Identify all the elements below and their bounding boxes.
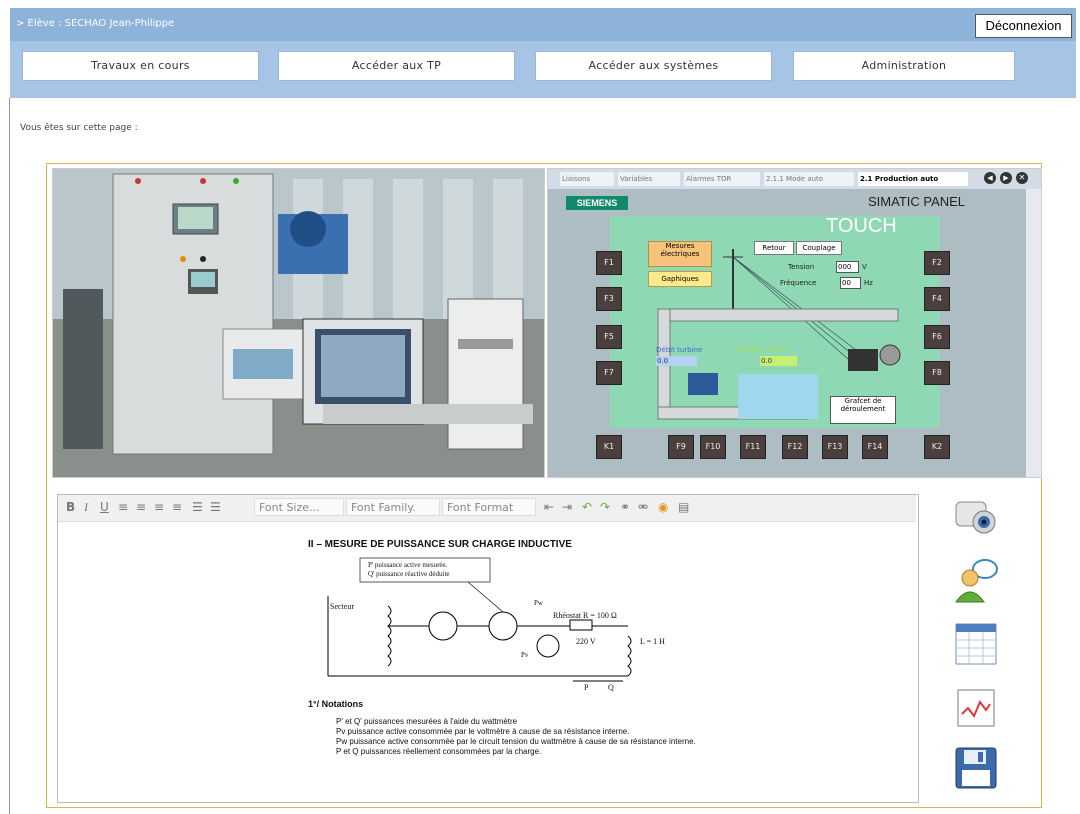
simatic-panel-view: Liaisons Variables Alarmes TOR 2.1.1 Mod…: [547, 168, 1042, 478]
debit-turbine-label: Débit turbine: [656, 346, 703, 354]
unlink-icon[interactable]: ⚮: [638, 500, 648, 514]
nav-acceder-aux-systemes[interactable]: Accéder aux systèmes: [535, 51, 772, 81]
link-icon[interactable]: ⚭: [620, 500, 630, 514]
indent-icon[interactable]: ⇥: [562, 500, 572, 514]
pression-label: Pression (bars): [736, 346, 789, 354]
nav-administration[interactable]: Administration: [793, 51, 1015, 81]
legend-active: P' puissance active mesurée.: [368, 561, 448, 569]
tab-mode-auto[interactable]: 2.1.1 Mode auto: [764, 172, 854, 186]
note-3: Pw puissance active consommée par le cir…: [336, 737, 696, 746]
notations-title: 1°/ Notations: [308, 699, 364, 709]
q-label: Q: [608, 683, 614, 692]
save-icon[interactable]: [952, 744, 1000, 792]
f2-button[interactable]: F2: [924, 251, 950, 275]
top-bar: > Elève : SECHAO Jean-Philippe Déconnexi…: [10, 8, 1076, 98]
grafcet-button[interactable]: Grafcet de déroulement: [830, 396, 896, 424]
panel-tab-bar: Liaisons Variables Alarmes TOR 2.1.1 Mod…: [548, 169, 1041, 189]
line-graph-icon[interactable]: [952, 684, 1000, 732]
justify-icon[interactable]: ≡: [172, 500, 182, 514]
undo-icon[interactable]: ↶: [582, 500, 592, 514]
align-center-icon[interactable]: ≡: [136, 500, 146, 514]
voltage-label: 220 V: [576, 637, 596, 646]
rheostat-label: Rhéostat R = 100 Ω: [553, 611, 617, 620]
note-1: P' et Q' puissances mesurées à l'aide du…: [336, 717, 518, 726]
image-icon[interactable]: ◉: [658, 500, 668, 514]
tab-liaisons[interactable]: Liaisons: [560, 172, 614, 186]
notations-list: P' et Q' puissances mesurées à l'aide du…: [308, 717, 698, 757]
doc-title: II – MESURE DE PUISSANCE SUR CHARGE INDU…: [308, 539, 572, 550]
font-format-select[interactable]: Font Format: [442, 498, 536, 516]
f10-button[interactable]: F10: [700, 435, 726, 459]
font-size-select[interactable]: Font Size...: [254, 498, 344, 516]
panel-title: SIMATIC PANEL: [868, 194, 966, 209]
f11-button[interactable]: F11: [740, 435, 766, 459]
inductance-label: L = 1 H: [640, 637, 665, 646]
f8-button[interactable]: F8: [924, 361, 950, 385]
document-editor[interactable]: B I U ≡ ≡ ≡ ≡ ☰ ☰ Font Size... Font Fami…: [57, 494, 919, 803]
close-icon[interactable]: ✕: [1016, 172, 1028, 184]
tab-alarmes-tor[interactable]: Alarmes TOR: [684, 172, 760, 186]
f13-button[interactable]: F13: [822, 435, 848, 459]
secteur-label: Secteur: [330, 602, 354, 611]
table-icon[interactable]: [952, 620, 1000, 668]
font-family-select[interactable]: Font Family.: [346, 498, 440, 516]
nav-travaux-en-cours[interactable]: Travaux en cours: [22, 51, 259, 81]
tab-production-auto[interactable]: 2.1 Production auto: [858, 172, 968, 186]
f4-button[interactable]: F4: [924, 287, 950, 311]
breadcrumb: > Elève : SECHAO Jean-Philippe: [16, 18, 175, 29]
next-arrow-icon[interactable]: ▶: [1000, 172, 1012, 184]
f9-button[interactable]: F9: [668, 435, 694, 459]
f7-button[interactable]: F7: [596, 361, 622, 385]
touch-label: TOUCH: [826, 215, 897, 237]
f14-button[interactable]: F14: [862, 435, 888, 459]
redo-icon[interactable]: ↷: [600, 500, 610, 514]
f6-button[interactable]: F6: [924, 325, 950, 349]
document-content: II – MESURE DE PUISSANCE SUR CHARGE INDU…: [308, 539, 708, 756]
note-2: Pv puissance active consommée par le vol…: [336, 727, 630, 736]
editor-toolbar: B I U ≡ ≡ ≡ ≡ ☰ ☰ Font Size... Font Fami…: [58, 495, 916, 522]
k2-button[interactable]: K2: [924, 435, 950, 459]
html-source-icon[interactable]: ▤: [678, 500, 689, 514]
debit-turbine-value: 0.0: [656, 356, 697, 366]
prev-arrow-icon[interactable]: ◀: [984, 172, 996, 184]
logout-button[interactable]: Déconnexion: [975, 14, 1072, 38]
chat-user-icon[interactable]: [952, 556, 1000, 604]
f5-button[interactable]: F5: [596, 325, 622, 349]
f12-button[interactable]: F12: [782, 435, 808, 459]
legend-reactive: Q' puissance réactive déduite: [368, 570, 450, 578]
note-4: P et Q puissances réellement consommées …: [336, 747, 542, 756]
main-nav: Travaux en cours Accéder aux TP Accéder …: [10, 41, 1076, 98]
system-camera-view: [52, 168, 545, 478]
bullet-list-icon[interactable]: ☰: [210, 500, 221, 514]
siemens-logo: SIEMENS: [566, 196, 628, 210]
ordered-list-icon[interactable]: ☰: [192, 500, 203, 514]
tab-variables[interactable]: Variables: [618, 172, 680, 186]
camera-icon[interactable]: [952, 492, 1000, 540]
k1-button[interactable]: K1: [596, 435, 622, 459]
panel-scrollbar[interactable]: [1026, 189, 1041, 477]
nav-acceder-aux-tp[interactable]: Accéder aux TP: [278, 51, 515, 81]
f3-button[interactable]: F3: [596, 287, 622, 311]
p-label: P: [584, 683, 589, 692]
pw-label: Pw: [534, 599, 543, 607]
align-left-icon[interactable]: ≡: [118, 500, 128, 514]
page-left-border: [9, 98, 10, 814]
f1-button[interactable]: F1: [596, 251, 622, 275]
outdent-icon[interactable]: ⇤: [544, 500, 554, 514]
align-right-icon[interactable]: ≡: [154, 500, 164, 514]
italic-icon[interactable]: I: [84, 500, 88, 515]
bold-icon[interactable]: B: [66, 500, 75, 514]
underline-icon[interactable]: U: [100, 500, 109, 514]
page-location-label: Vous êtes sur cette page :: [20, 123, 138, 133]
pv-label: Pv: [521, 651, 529, 659]
lab-photo: [53, 169, 544, 477]
pression-value: 0.0: [760, 356, 797, 366]
